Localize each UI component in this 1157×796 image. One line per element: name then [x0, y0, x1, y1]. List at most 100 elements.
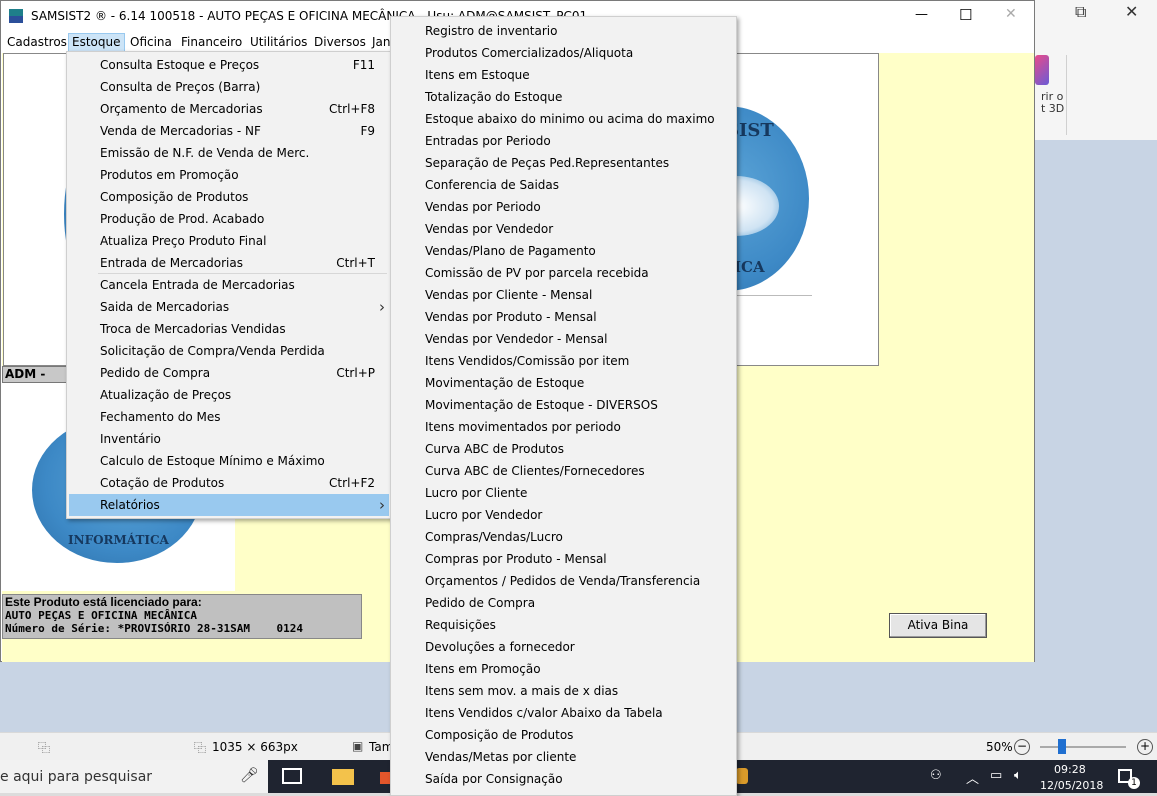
menu-diversos[interactable]: Diversos [311, 34, 369, 51]
relatorios-menu-item[interactable]: Compras por Produto - Mensal [393, 548, 734, 570]
chevron-up-icon[interactable]: ︿ [966, 768, 979, 787]
estoque-menu-item[interactable]: Consulta de Preços (Barra) [69, 76, 389, 98]
clock-time[interactable]: 09:28 [1054, 763, 1086, 776]
menu-item-label: Devoluções a fornecedor [425, 640, 575, 654]
estoque-menu-item[interactable]: Fechamento do Mes [69, 406, 389, 428]
relatorios-menu-item[interactable]: Curva ABC de Produtos [393, 438, 734, 460]
relatorios-menu-item[interactable]: Itens Vendidos/Comissão por item [393, 350, 734, 372]
menu-item-label: Vendas por Vendedor [425, 222, 554, 236]
taskbar-task-view-icon[interactable] [282, 768, 302, 784]
relatorios-menu-item[interactable]: Lucro por Cliente [393, 482, 734, 504]
relatorios-menu-item[interactable]: Produtos Comercializados/Aliquota [393, 42, 734, 64]
people-icon[interactable]: ⚇ [930, 768, 942, 783]
estoque-menu-item[interactable]: Composição de Produtos [69, 186, 389, 208]
zoom-out-button[interactable]: − [1014, 739, 1030, 755]
microphone-icon[interactable]: 🎤︎ [240, 766, 259, 784]
menu-utilitarios[interactable]: Utilitários [247, 34, 310, 51]
ativa-bina-button[interactable]: Ativa Bina [889, 613, 987, 638]
paint3d-icon[interactable] [1035, 55, 1049, 85]
license-line-3: Número de Série: *PROVISÓRIO 28-31SAM 01… [5, 622, 304, 635]
relatorios-menu-item[interactable]: Lucro por Vendedor [393, 504, 734, 526]
menu-item-label: Vendas por Vendedor - Mensal [425, 332, 608, 346]
relatorios-menu-item[interactable]: Compras/Vendas/Lucro [393, 526, 734, 548]
relatorios-menu-item[interactable]: Vendas por Periodo [393, 196, 734, 218]
zoom-slider-thumb[interactable] [1058, 739, 1066, 754]
taskbar-app-icon-2[interactable] [736, 768, 748, 784]
minimize-button[interactable]: — [915, 7, 928, 22]
relatorios-menu-item[interactable]: Vendas/Plano de Pagamento [393, 240, 734, 262]
relatorios-menu-item[interactable]: Vendas/Metas por cliente [393, 746, 734, 768]
estoque-menu: Consulta Estoque e Preços F11 Consulta de … [66, 51, 392, 519]
zoom-in-button[interactable]: + [1137, 739, 1153, 755]
menu-estoque[interactable]: Estoque [68, 33, 125, 52]
menu-oficina[interactable]: Oficina [127, 34, 175, 51]
menu-item-label: Vendas por Cliente - Mensal [425, 288, 593, 302]
relatorios-menu-item[interactable]: Totalização do Estoque [393, 86, 734, 108]
relatorios-menu-item[interactable]: Vendas por Vendedor - Mensal [393, 328, 734, 350]
estoque-menu-item[interactable]: Produção de Prod. Acabado [69, 208, 389, 230]
menu-item-label: Estoque abaixo do minimo ou acima do max… [425, 112, 715, 126]
menu-item-shortcut: F9 [360, 124, 375, 138]
estoque-menu-item[interactable]: Consulta Estoque e Preços F11 [69, 54, 389, 76]
relatorios-menu-item[interactable]: Itens em Estoque [393, 64, 734, 86]
estoque-menu-item[interactable]: Solicitação de Compra/Venda Perdida [69, 340, 389, 362]
estoque-menu-item[interactable]: Orçamento de Mercadorias Ctrl+F8 [69, 98, 389, 120]
relatorios-menu-item[interactable]: Vendas por Vendedor [393, 218, 734, 240]
menu-cadastros[interactable]: Cadastros [4, 34, 70, 51]
relatorios-menu-item[interactable]: Composição de Produtos [393, 724, 734, 746]
taskbar-search-box[interactable]: e aqui para pesquisar 🎤︎ [0, 760, 268, 793]
estoque-menu-item[interactable]: Emissão de N.F. de Venda de Merc. [69, 142, 389, 164]
volume-icon[interactable]: 🔈︎ [1014, 768, 1022, 783]
relatorios-menu-item[interactable]: Itens Vendidos c/valor Abaixo da Tabela [393, 702, 734, 724]
estoque-menu-item[interactable]: Atualiza Preço Produto Final [69, 230, 389, 252]
relatorios-menu-item[interactable]: Requisições [393, 614, 734, 636]
dimensions-icon: ⿻ [194, 741, 207, 755]
relatorios-menu-item[interactable]: Comissão de PV por parcela recebida [393, 262, 734, 284]
taskbar-explorer-icon[interactable] [332, 769, 354, 785]
relatorios-menu-item[interactable]: Pedido de Compra [393, 592, 734, 614]
estoque-menu-item[interactable]: Cancela Entrada de Mercadorias [69, 274, 389, 296]
license-line-1: Este Produto está licenciado para: [5, 595, 202, 609]
relatorios-menu-item[interactable]: Entradas por Periodo [393, 130, 734, 152]
menu-item-label: Movimentação de Estoque [425, 376, 585, 390]
estoque-menu-item[interactable]: Entrada de Mercadorias Ctrl+T [69, 252, 389, 274]
estoque-menu-item[interactable]: Saida de Mercadorias › [69, 296, 389, 318]
relatorios-menu-item[interactable]: Separação de Peças Ped.Representantes [393, 152, 734, 174]
taskbar-app-icon[interactable] [380, 772, 390, 784]
menu-item-label: Itens em Estoque [425, 68, 530, 82]
relatorios-menu-item[interactable]: Movimentação de Estoque [393, 372, 734, 394]
close-icon[interactable]: ✕ [1125, 2, 1138, 21]
menu-item-label: Calculo de Estoque Mínimo e Máximo [100, 454, 325, 468]
clock-date[interactable]: 12/05/2018 [1040, 779, 1103, 792]
close-button[interactable]: ✕ [1005, 6, 1017, 22]
estoque-menu-item[interactable]: Atualização de Preços [69, 384, 389, 406]
relatorios-menu-item[interactable]: Curva ABC de Clientes/Fornecedores [393, 460, 734, 482]
relatorios-menu-item[interactable]: Itens em Promoção [393, 658, 734, 680]
restore-icon[interactable]: ⧉ [1075, 2, 1086, 22]
estoque-menu-item[interactable]: Relatórios › [69, 494, 389, 516]
relatorios-menu-item[interactable]: Estoque abaixo do minimo ou acima do max… [393, 108, 734, 130]
estoque-menu-item[interactable]: Troca de Mercadorias Vendidas [69, 318, 389, 340]
relatorios-menu-item[interactable]: Vendas por Produto - Mensal [393, 306, 734, 328]
estoque-menu-item[interactable]: Venda de Mercadorias - NF F9 [69, 120, 389, 142]
estoque-menu-item[interactable]: Cotação de Produtos Ctrl+F2 [69, 472, 389, 494]
relatorios-menu-item[interactable]: Itens movimentados por periodo [393, 416, 734, 438]
menu-item-label: Separação de Peças Ped.Representantes [425, 156, 670, 170]
relatorios-menu-item[interactable]: Movimentação de Estoque - DIVERSOS [393, 394, 734, 416]
network-icon[interactable]: ▭ [990, 768, 1002, 783]
relatorios-menu-item[interactable]: Conferencia de Saidas [393, 174, 734, 196]
estoque-menu-item[interactable]: Inventário [69, 428, 389, 450]
estoque-menu-item[interactable]: Pedido de Compra Ctrl+P [69, 362, 389, 384]
relatorios-menu-item[interactable]: Orçamentos / Pedidos de Venda/Transferen… [393, 570, 734, 592]
menu-financeiro[interactable]: Financeiro [178, 34, 245, 51]
relatorios-menu-item[interactable]: Itens sem mov. a mais de x dias [393, 680, 734, 702]
relatorios-menu-item[interactable]: Saída por Consignação [393, 768, 734, 790]
relatorios-menu-item[interactable]: Vendas por Cliente - Mensal [393, 284, 734, 306]
relatorios-menu-item[interactable]: Registro de inventario [393, 20, 734, 42]
estoque-menu-item[interactable]: Calculo de Estoque Mínimo e Máximo [69, 450, 389, 472]
taskbar-search-placeholder[interactable]: e aqui para pesquisar [0, 769, 152, 785]
estoque-menu-item[interactable]: Produtos em Promoção [69, 164, 389, 186]
zoom-slider[interactable] [1040, 746, 1126, 748]
relatorios-menu-item[interactable]: Devoluções a fornecedor [393, 636, 734, 658]
maximize-button[interactable]: ☐ [959, 6, 972, 24]
